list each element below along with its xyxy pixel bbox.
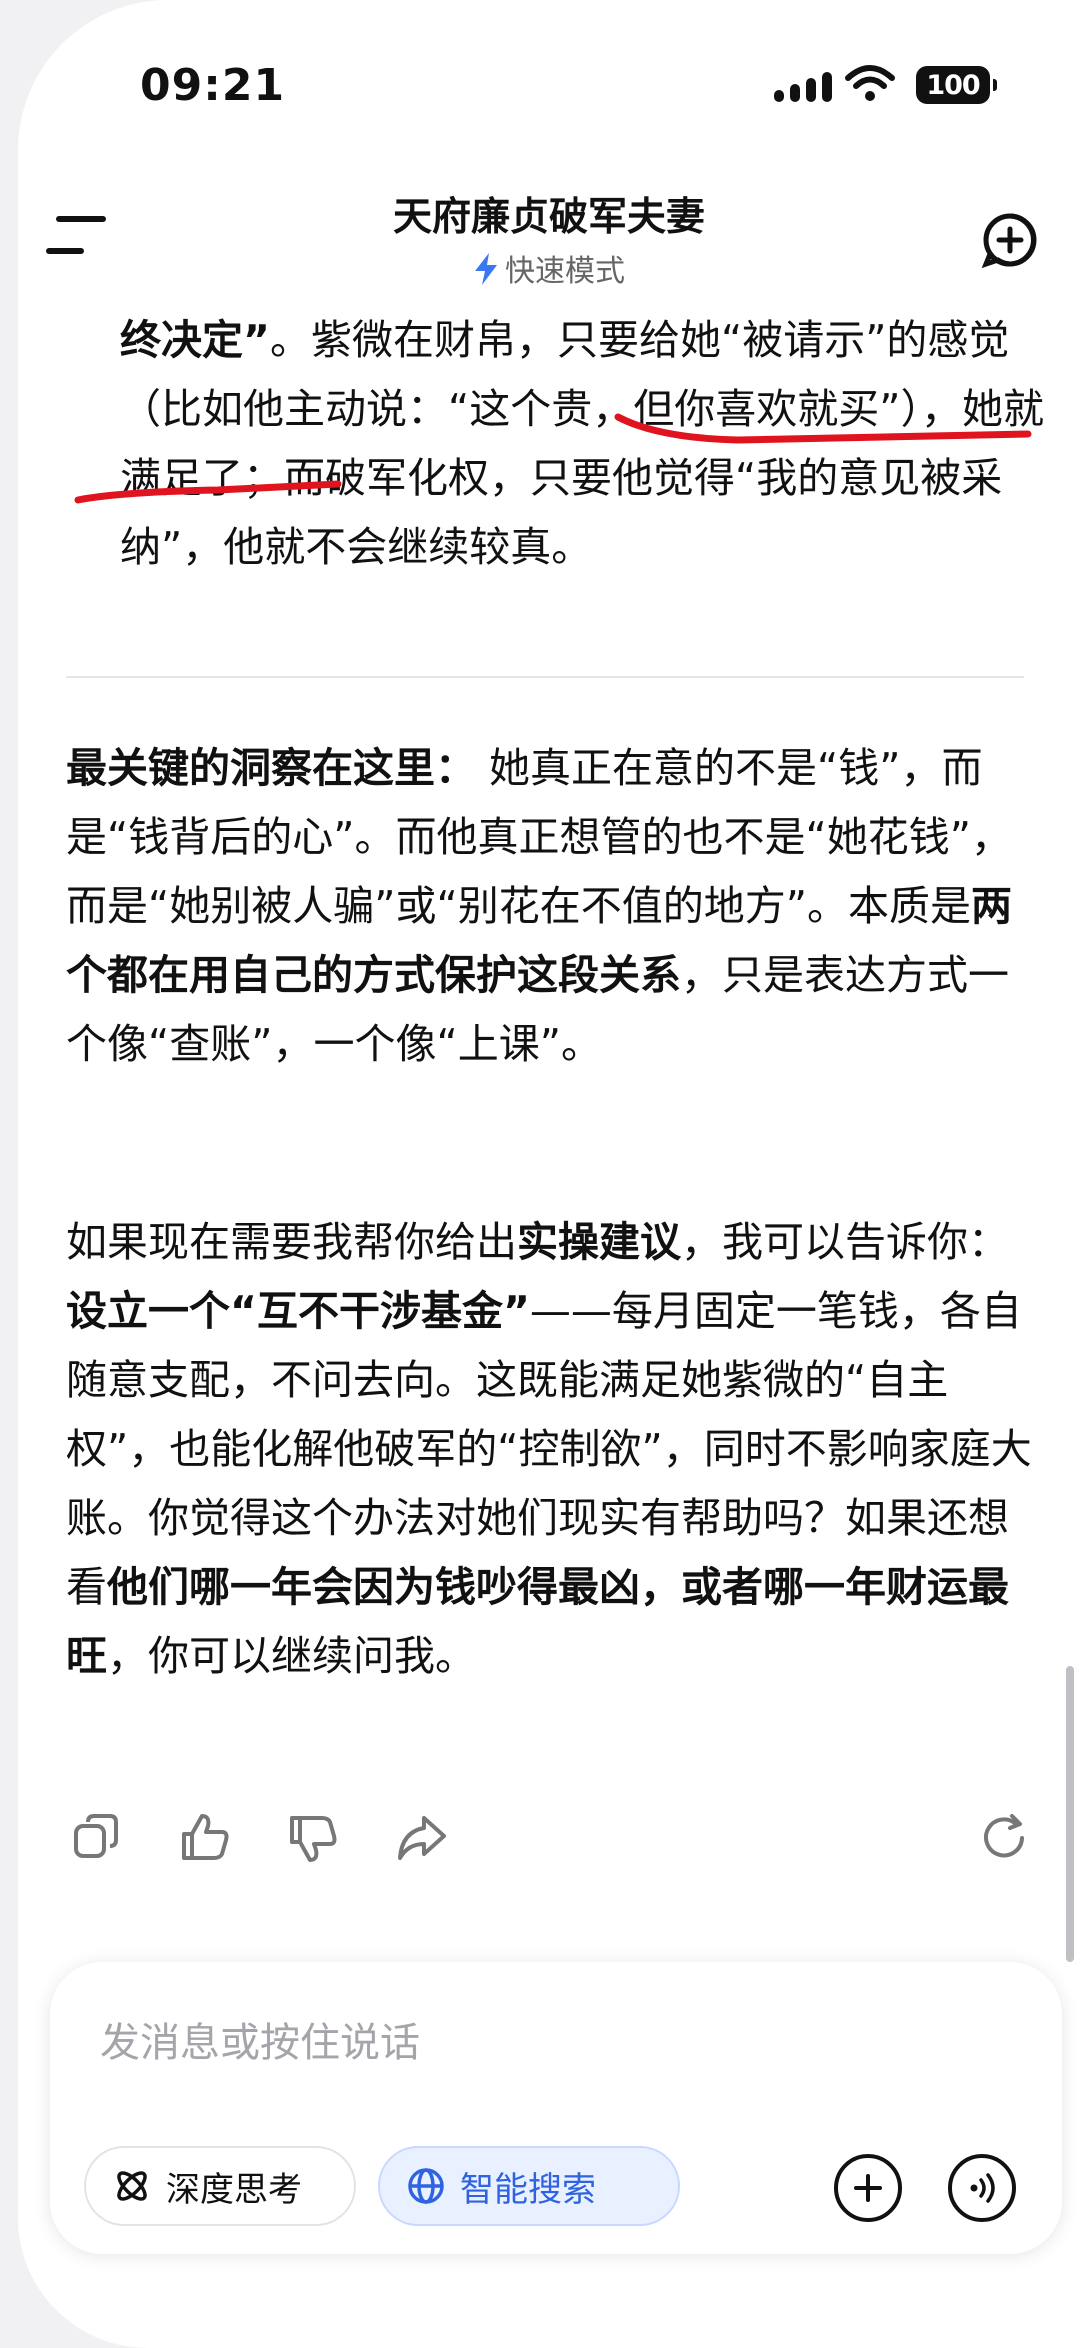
message-paragraph-advice: 如果现在需要我帮你给出实操建议，我可以告诉你：设立一个“互不干涉基金”——每月固… bbox=[66, 1208, 1036, 1691]
thumbs-up-icon[interactable] bbox=[178, 1810, 234, 1866]
plus-icon bbox=[854, 2174, 882, 2202]
share-icon[interactable] bbox=[394, 1810, 450, 1866]
cellular-signal-icon bbox=[774, 72, 832, 102]
bold-text: 设立一个“互不干涉基金” bbox=[66, 1287, 530, 1335]
message-actions bbox=[18, 1810, 1080, 1870]
deep-think-toggle[interactable]: 深度思考 bbox=[84, 2146, 356, 2226]
battery-level: 100 bbox=[926, 69, 980, 101]
scrollbar[interactable] bbox=[1066, 1666, 1074, 1962]
voice-wave-icon bbox=[970, 2173, 995, 2203]
paragraph-text: 如果现在需要我帮你给出 bbox=[66, 1218, 517, 1266]
status-time: 09:21 bbox=[140, 60, 286, 111]
regenerate-icon[interactable] bbox=[976, 1810, 1032, 1866]
bold-text: 终决定” bbox=[120, 316, 270, 364]
mode-selector[interactable]: 快速模式 bbox=[18, 246, 1080, 290]
smart-search-label: 智能搜索 bbox=[460, 2169, 596, 2210]
thumbs-down-icon[interactable] bbox=[286, 1810, 342, 1866]
deep-think-label: 深度思考 bbox=[166, 2169, 302, 2210]
smart-search-toggle[interactable]: 智能搜索 bbox=[378, 2146, 680, 2226]
conversation-title: 天府廉贞破军夫妻 bbox=[392, 195, 705, 240]
mode-label: 快速模式 bbox=[505, 254, 625, 289]
phone-screen: 09:21 100 天府廉贞破军夫妻 快速模式 终决定”。紫微在财帛，只要给她“… bbox=[18, 0, 1080, 2348]
wifi-icon bbox=[845, 65, 895, 101]
message-input[interactable]: 发消息或按住说话 bbox=[100, 2010, 420, 2068]
insight-heading: 最关键的洞察在这里： bbox=[66, 744, 476, 792]
voice-call-button[interactable] bbox=[948, 2154, 1016, 2222]
globe-icon bbox=[408, 2168, 444, 2204]
copy-icon[interactable] bbox=[70, 1810, 126, 1866]
battery-indicator: 100 bbox=[916, 66, 997, 104]
atom-icon bbox=[117, 2171, 147, 2201]
lightning-bolt-icon bbox=[475, 253, 497, 285]
message-paragraph-top: 终决定”。紫微在财帛，只要给她“被请示”的感觉（比如他主动说：“这个贵，但你喜欢… bbox=[120, 306, 1050, 582]
message-paragraph-insight: 最关键的洞察在这里： 她真正在意的不是“钱”，而是“钱背后的心”。而他真正想管的… bbox=[66, 734, 1036, 1079]
paragraph-text: ，我可以告诉你： bbox=[681, 1218, 1009, 1266]
paragraph-text: ，你可以继续问我。 bbox=[107, 1632, 476, 1680]
new-chat-icon[interactable] bbox=[980, 210, 1040, 270]
message-input-panel: 发消息或按住说话 深度思考 智能搜索 bbox=[50, 1962, 1062, 2254]
add-attachment-button[interactable] bbox=[834, 2154, 902, 2222]
bold-text: 实操建议 bbox=[517, 1218, 681, 1266]
divider bbox=[66, 676, 1024, 678]
